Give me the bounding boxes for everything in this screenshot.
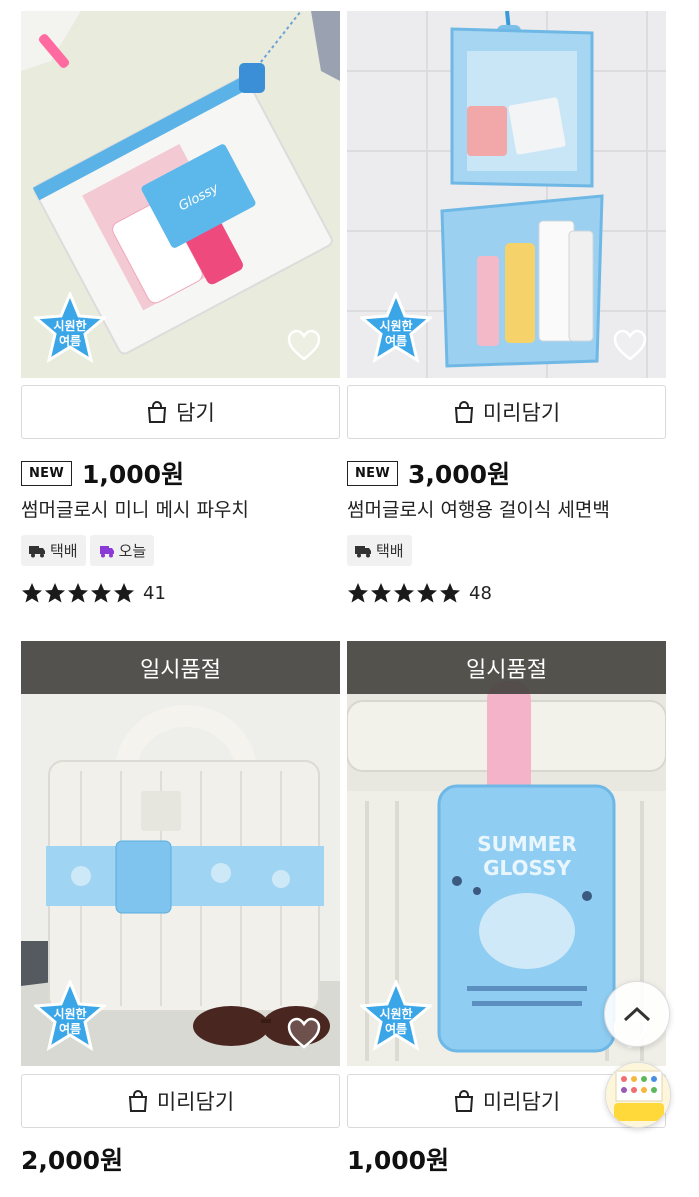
review-count: 48 — [469, 582, 492, 604]
soldout-overlay: 일시품절 — [21, 641, 340, 694]
add-to-cart-button[interactable]: 담기 — [21, 385, 340, 439]
summer-badge-icon: 시원한 여름 — [360, 292, 432, 364]
product-image[interactable]: Glossy 시원한 여름 — [21, 11, 340, 378]
star-rating — [347, 582, 461, 604]
review-count: 41 — [143, 582, 166, 604]
today-delivery-tag: 오늘 — [89, 535, 155, 566]
shopping-bag-icon — [128, 1090, 147, 1112]
pre-add-to-cart-button[interactable]: 미리담기 — [347, 385, 666, 439]
truck-icon — [355, 545, 371, 557]
star-icon — [394, 583, 414, 603]
product-card[interactable]: 일시품절 시원한 여름 미리담기 2,000원 — [21, 641, 340, 1175]
star-icon — [371, 583, 391, 603]
summer-badge-icon: 시원한 여름 — [34, 292, 106, 364]
product-image[interactable]: 시원한 여름 — [347, 11, 666, 378]
pre-add-to-cart-button[interactable]: 미리담기 — [21, 1074, 340, 1128]
svg-text:시원한: 시원한 — [379, 1006, 412, 1021]
soldout-overlay: 일시품절 — [347, 641, 666, 694]
add-to-cart-label: 담기 — [176, 402, 215, 425]
heart-icon[interactable] — [612, 328, 648, 362]
delivery-tag: 택배 — [347, 535, 412, 566]
heart-icon[interactable] — [286, 1016, 322, 1050]
svg-text:여름: 여름 — [59, 333, 81, 348]
svg-text:여름: 여름 — [59, 1021, 81, 1036]
star-icon — [22, 583, 42, 603]
svg-text:여름: 여름 — [385, 333, 407, 348]
summer-badge-icon: 시원한 여름 — [360, 980, 432, 1052]
star-icon — [440, 583, 460, 603]
product-name[interactable]: 썸머글로시 미니 메시 파우치 — [21, 495, 249, 522]
star-icon — [45, 583, 65, 603]
chevron-up-icon — [623, 1006, 651, 1022]
product-price: 1,000원 — [347, 1146, 450, 1175]
new-badge: NEW — [21, 460, 72, 486]
rating: 41 — [21, 582, 166, 604]
star-icon — [348, 583, 368, 603]
product-card[interactable]: Glossy 시원한 여름 담기 NEW 1,000원 썸머글로시 미니 메시 … — [21, 11, 340, 604]
svg-text:SUMMER: SUMMER — [477, 832, 577, 856]
product-card[interactable]: 시원한 여름 미리담기 NEW 3,000원 썸머글로시 여행용 걸이식 세면백… — [347, 11, 666, 604]
add-to-cart-label: 미리담기 — [156, 1091, 235, 1114]
add-to-cart-label: 미리담기 — [482, 402, 561, 425]
product-price: 3,000원 — [408, 460, 511, 489]
shopping-bag-icon — [148, 401, 167, 423]
star-icon — [417, 583, 437, 603]
svg-text:여름: 여름 — [385, 1021, 407, 1036]
product-name[interactable]: 썸머글로시 여행용 걸이식 세면백 — [347, 495, 610, 522]
rating: 48 — [347, 582, 492, 604]
promo-thumbnail-image — [606, 1063, 670, 1127]
add-to-cart-label: 미리담기 — [482, 1091, 561, 1114]
star-rating — [21, 582, 135, 604]
summer-badge-icon: 시원한 여름 — [34, 980, 106, 1052]
product-grid: Glossy 시원한 여름 담기 NEW 1,000원 썸머글로시 미니 메시 … — [0, 0, 699, 1197]
truck-icon — [29, 545, 45, 557]
shopping-bag-icon — [454, 1090, 473, 1112]
svg-text:시원한: 시원한 — [53, 318, 86, 333]
svg-text:GLOSSY: GLOSSY — [483, 856, 571, 880]
delivery-tag: 택배 — [21, 535, 86, 566]
star-icon — [68, 583, 88, 603]
scroll-to-top-button[interactable] — [604, 981, 670, 1047]
product-price: 1,000원 — [82, 460, 185, 489]
fast-truck-icon — [99, 545, 114, 557]
shopping-bag-icon — [454, 401, 473, 423]
star-icon — [91, 583, 111, 603]
product-image[interactable]: 일시품절 시원한 여름 — [21, 641, 340, 1066]
floating-promo-thumbnail[interactable] — [605, 1062, 671, 1128]
svg-text:시원한: 시원한 — [379, 318, 412, 333]
new-badge: NEW — [347, 460, 398, 486]
heart-icon[interactable] — [286, 328, 322, 362]
product-price: 2,000원 — [21, 1146, 124, 1175]
star-icon — [114, 583, 134, 603]
svg-text:시원한: 시원한 — [53, 1006, 86, 1021]
